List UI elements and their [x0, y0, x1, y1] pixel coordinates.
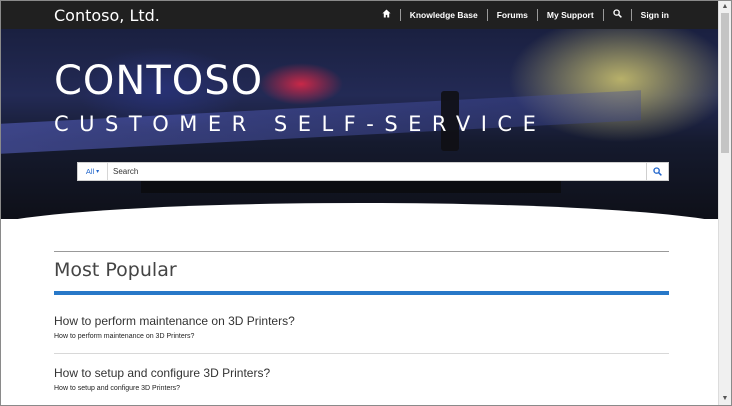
section-title: Most Popular — [54, 259, 177, 281]
search-input[interactable] — [108, 163, 646, 180]
top-navbar: Contoso, Ltd. Knowledge Base Forums My S… — [1, 1, 719, 29]
hero-subtitle: CUSTOMER SELF-SERVICE — [54, 112, 547, 136]
search-button[interactable] — [646, 163, 668, 180]
home-link[interactable] — [373, 9, 400, 21]
browser-viewport: Contoso, Ltd. Knowledge Base Forums My S… — [0, 0, 732, 406]
home-icon — [382, 9, 391, 18]
vertical-scrollbar[interactable]: ▲ ▼ — [718, 1, 731, 405]
article-description: How to perform maintenance on 3D Printer… — [54, 333, 195, 340]
nav-forums[interactable]: Forums — [488, 9, 537, 21]
search-icon — [653, 167, 662, 176]
search-scope-label: All — [85, 167, 95, 176]
scroll-down-arrow[interactable]: ▼ — [719, 393, 731, 405]
search-scope-dropdown[interactable]: All ▾ — [78, 163, 108, 180]
list-item: How to perform maintenance on 3D Printer… — [54, 295, 669, 341]
article-link[interactable]: How to perform maintenance on 3D Printer… — [54, 314, 669, 329]
hero-title: CONTOSO — [54, 58, 264, 104]
hero-banner: CONTOSO CUSTOMER SELF-SERVICE — [1, 29, 719, 219]
brand-logo[interactable]: Contoso, Ltd. — [54, 6, 160, 25]
list-item: How to setup and configure 3D Printers? … — [54, 353, 669, 393]
scroll-thumb[interactable] — [721, 13, 729, 153]
scroll-up-arrow[interactable]: ▲ — [719, 1, 731, 13]
hero-curve — [1, 203, 719, 219]
main-nav: Knowledge Base Forums My Support Sign in — [373, 1, 719, 29]
search-bar: All ▾ — [77, 162, 669, 181]
divider — [54, 251, 669, 252]
nav-knowledge-base[interactable]: Knowledge Base — [401, 9, 487, 21]
main-content: Most Popular How to perform maintenance … — [54, 251, 669, 393]
search-icon — [612, 9, 622, 18]
chevron-down-icon: ▾ — [96, 169, 100, 175]
article-description: How to setup and configure 3D Printers? — [54, 385, 181, 392]
article-link[interactable]: How to setup and configure 3D Printers? — [54, 366, 669, 381]
sign-in-link[interactable]: Sign in — [632, 9, 719, 21]
nav-my-support[interactable]: My Support — [538, 9, 603, 21]
nav-search-button[interactable] — [604, 9, 631, 21]
